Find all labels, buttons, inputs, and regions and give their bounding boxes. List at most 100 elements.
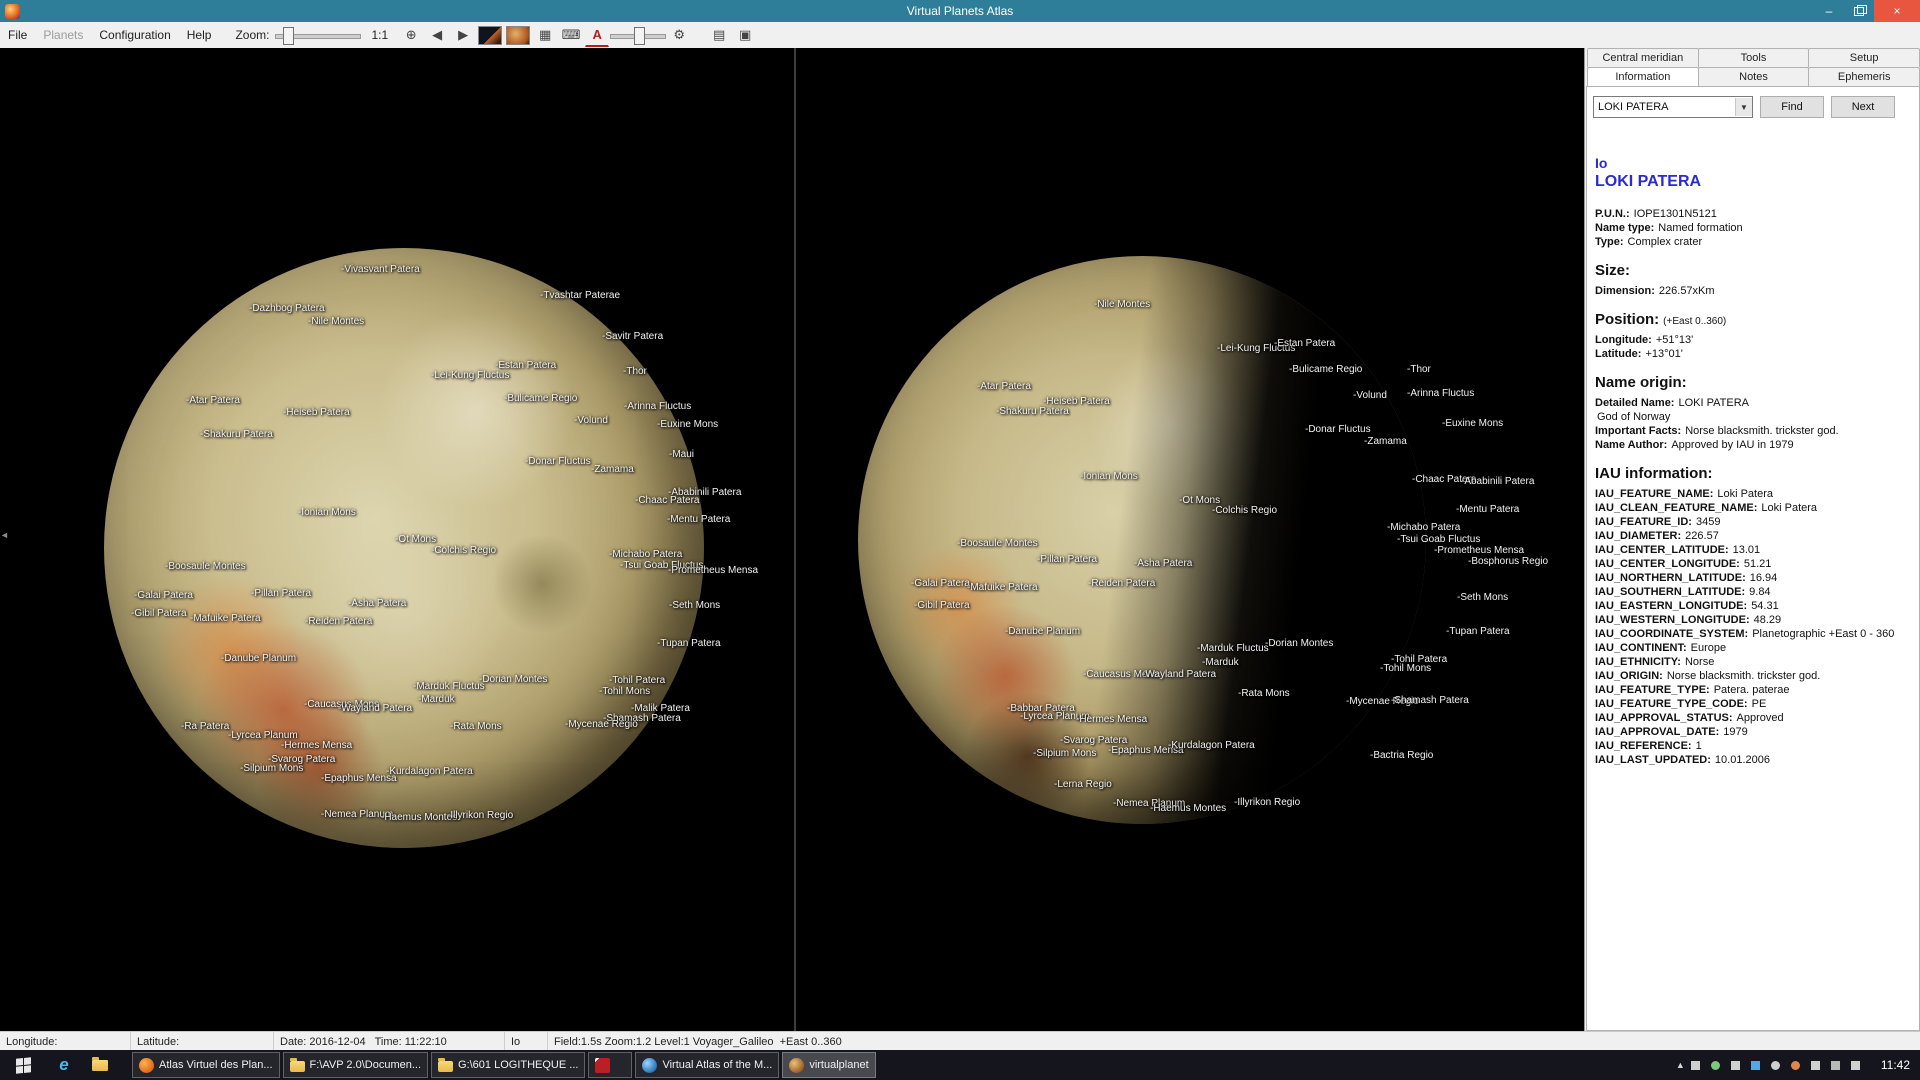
- tray-icon[interactable]: ▲: [1667, 1054, 1685, 1076]
- taskbar-app-icon: [290, 1061, 305, 1072]
- info-value: Named formation: [1658, 222, 1742, 234]
- taskbar-app-button[interactable]: F:\AVP 2.0\Documen...: [283, 1052, 428, 1078]
- info-value: (+East 0..360): [1663, 316, 1726, 327]
- tray-icon-dot: [1667, 1061, 1676, 1070]
- close-button[interactable]: ×: [1874, 0, 1920, 22]
- information-sidebar: Central meridianToolsSetup InformationNo…: [1584, 48, 1920, 1031]
- info-value: Planetographic +East 0 - 360: [1752, 628, 1894, 640]
- dual-view-button[interactable]: ▣: [733, 23, 757, 47]
- sidebar-tab[interactable]: Ephemeris: [1808, 67, 1920, 86]
- info-row: Name origin:: [1595, 374, 1915, 394]
- feature-search-select[interactable]: LOKI PATERA ▼: [1593, 96, 1753, 118]
- internet-explorer-button[interactable]: e: [46, 1050, 82, 1080]
- taskbar-apps: Atlas Virtuel des Plan...F:\AVP 2.0\Docu…: [132, 1052, 876, 1078]
- info-label: IAU_FEATURE_ID:: [1595, 516, 1692, 528]
- sidebar-tab[interactable]: Setup: [1808, 48, 1920, 67]
- find-button[interactable]: Find: [1760, 96, 1824, 118]
- info-row: Important Facts:Norse blacksmith. tricks…: [1595, 424, 1915, 438]
- menu-item[interactable]: File: [0, 23, 35, 48]
- taskbar-app-button[interactable]: G:\601 LOGITHEQUE ...: [431, 1052, 585, 1078]
- info-row: Type:Complex crater: [1595, 235, 1915, 249]
- minimize-button[interactable]: –: [1814, 0, 1844, 22]
- menu-item[interactable]: Help: [179, 23, 220, 48]
- info-value: PE: [1752, 698, 1767, 710]
- restore-button[interactable]: [1844, 0, 1874, 22]
- tray-icon[interactable]: [1767, 1054, 1785, 1076]
- taskbar-app-button[interactable]: [588, 1052, 632, 1078]
- viewport-divider: [794, 48, 796, 1031]
- projection-globe-button[interactable]: ⊕: [399, 23, 423, 47]
- info-row: IAU_NORTHERN_LATITUDE:16.94: [1595, 571, 1915, 585]
- taskbar-app-button[interactable]: Virtual Atlas of the M...: [635, 1052, 779, 1078]
- info-value: Norse blacksmith. trickster god.: [1667, 670, 1820, 682]
- next-button[interactable]: Next: [1831, 96, 1895, 118]
- zoom-slider[interactable]: [275, 26, 361, 44]
- info-label: Name origin:: [1595, 374, 1687, 391]
- texture-thumbnail-orange[interactable]: [506, 26, 530, 45]
- info-row: IAU_REFERENCE:1: [1595, 739, 1915, 753]
- planet-name-heading: Io: [1595, 155, 1915, 171]
- tray-icon[interactable]: [1687, 1054, 1705, 1076]
- sidebar-tab[interactable]: Tools: [1698, 48, 1810, 67]
- next-view-button[interactable]: ▶: [451, 23, 475, 47]
- windows-taskbar: e Atlas Virtuel des Plan...F:\AVP 2.0\Do…: [0, 1050, 1920, 1080]
- terminator-shadow: [858, 256, 1426, 824]
- taskbar-app-button[interactable]: virtualplanet: [782, 1052, 875, 1078]
- chevron-down-icon[interactable]: ▼: [1735, 98, 1752, 116]
- info-value: 16.94: [1750, 572, 1778, 584]
- labels-toggle-button[interactable]: A: [585, 24, 609, 47]
- info-label: IAU_ETHNICITY:: [1595, 656, 1681, 668]
- sidebar-tab[interactable]: Information: [1587, 67, 1699, 86]
- taskbar-app-button[interactable]: Atlas Virtuel des Plan...: [132, 1052, 280, 1078]
- tray-icon[interactable]: [1847, 1054, 1865, 1076]
- settings-button[interactable]: ⚙: [667, 23, 691, 47]
- tray-icon[interactable]: [1747, 1054, 1765, 1076]
- status-cell: Io: [505, 1032, 548, 1051]
- menu-item[interactable]: Configuration: [91, 23, 178, 48]
- zoom-slider-thumb[interactable]: [283, 27, 294, 45]
- tray-icon[interactable]: [1827, 1054, 1845, 1076]
- info-row: IAU_SOUTHERN_LATITUDE:9.84: [1595, 585, 1915, 599]
- info-row: IAU_ORIGIN:Norse blacksmith. trickster g…: [1595, 669, 1915, 683]
- info-value: Approved by IAU in 1979: [1671, 439, 1793, 451]
- menu-bar: FilePlanetsConfigurationHelp: [0, 23, 219, 48]
- tray-icon[interactable]: [1727, 1054, 1745, 1076]
- grid-toggle-button[interactable]: ▦: [533, 23, 557, 47]
- info-row: IAU_EASTERN_LONGITUDE:54.31: [1595, 599, 1915, 613]
- label-density-thumb[interactable]: [634, 27, 645, 45]
- info-row: Dimension:226.57xKm: [1595, 284, 1915, 298]
- label-density-slider[interactable]: [610, 26, 666, 44]
- previous-view-button[interactable]: ◀: [425, 23, 449, 47]
- tray-icon[interactable]: [1807, 1054, 1825, 1076]
- info-label: IAU_APPROVAL_STATUS:: [1595, 712, 1733, 724]
- info-row: IAU_CENTER_LONGITUDE:51.21: [1595, 557, 1915, 571]
- sidebar-tab[interactable]: Central meridian: [1587, 48, 1699, 67]
- menu-item[interactable]: Planets: [35, 23, 91, 48]
- status-cell: Date: 2016-12-04 Time: 11:22:10: [274, 1032, 505, 1051]
- info-label: IAU_CENTER_LONGITUDE:: [1595, 558, 1740, 570]
- taskbar-app-icon: [139, 1058, 154, 1073]
- zoom-ratio: 1:1: [371, 28, 388, 42]
- sidebar-tab[interactable]: Notes: [1698, 67, 1810, 86]
- window-title: Virtual Planets Atlas: [0, 4, 1920, 18]
- info-row: IAU_LAST_UPDATED:10.01.2006: [1595, 753, 1915, 767]
- taskbar-app-icon: [595, 1058, 610, 1073]
- keyboard-button[interactable]: ⌨: [559, 23, 583, 47]
- info-label: IAU_REFERENCE:: [1595, 740, 1692, 752]
- tray-icon[interactable]: [1707, 1054, 1725, 1076]
- info-label: Dimension:: [1595, 285, 1655, 297]
- info-row: IAU_FEATURE_TYPE:Patera. paterae: [1595, 683, 1915, 697]
- io-globe-map-view[interactable]: [104, 248, 704, 848]
- info-value: God of Norway: [1597, 411, 1670, 423]
- texture-thumbnail-dark[interactable]: [478, 26, 502, 45]
- tray-icon-dot: [1831, 1061, 1840, 1070]
- splitter-arrow-icon[interactable]: ◄: [0, 530, 9, 540]
- folder-icon: [92, 1060, 108, 1071]
- file-explorer-button[interactable]: [82, 1050, 118, 1080]
- tray-icon[interactable]: [1787, 1054, 1805, 1076]
- start-button[interactable]: [0, 1050, 46, 1080]
- info-label: IAU_DIAMETER:: [1595, 530, 1681, 542]
- taskbar-clock[interactable]: 11:42: [1875, 1058, 1920, 1072]
- info-row: IAU_DIAMETER:226.57: [1595, 529, 1915, 543]
- single-view-button[interactable]: ▤: [707, 23, 731, 47]
